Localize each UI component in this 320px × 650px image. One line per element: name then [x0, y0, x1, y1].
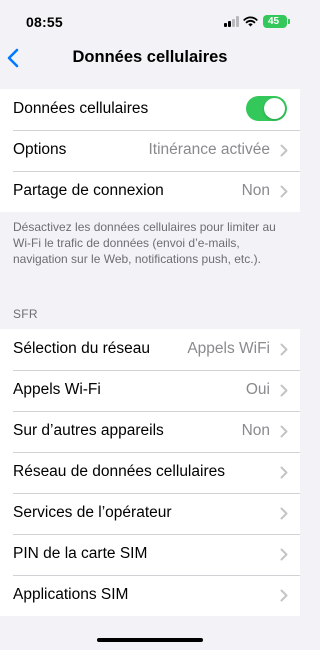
- page-title: Données cellulaires: [72, 48, 228, 66]
- hotspot-label: Partage de connexion: [13, 182, 164, 199]
- chevron-right-icon: [280, 466, 288, 479]
- carrier-services-row[interactable]: Services de l’opérateur: [0, 493, 300, 534]
- cellular-data-label: Données cellulaires: [13, 100, 149, 117]
- data-network-row[interactable]: Réseau de données cellulaires: [0, 452, 300, 493]
- status-bar: 08:55 45: [0, 0, 300, 44]
- hotspot-row[interactable]: Partage de connexion Non: [0, 171, 300, 212]
- hotspot-value: Non: [241, 182, 270, 199]
- battery-level: 45: [267, 16, 280, 27]
- sim-pin-row[interactable]: PIN de la carte SIM: [0, 534, 300, 575]
- carrier-services-label: Services de l’opérateur: [13, 504, 172, 521]
- chevron-right-icon: [280, 589, 288, 602]
- network-selection-value: Appels WiFi: [187, 340, 270, 357]
- sim-applications-row[interactable]: Applications SIM: [0, 575, 300, 616]
- toggle-knob: [264, 98, 285, 119]
- cellular-data-row: Données cellulaires: [0, 89, 300, 130]
- nav-bar: Données cellulaires: [0, 44, 300, 72]
- chevron-right-icon: [280, 425, 288, 438]
- home-indicator: [97, 638, 203, 642]
- chevron-right-icon: [280, 507, 288, 520]
- network-selection-label: Sélection du réseau: [13, 340, 151, 357]
- wifi-calling-row[interactable]: Appels Wi-Fi Oui: [0, 370, 300, 411]
- carrier-group: Sélection du réseau Appels WiFi Appels W…: [0, 329, 300, 616]
- chevron-right-icon: [280, 548, 288, 561]
- options-row[interactable]: Options Itinérance activée: [0, 130, 300, 171]
- options-label: Options: [13, 141, 67, 158]
- carrier-section-header: SFR: [13, 307, 38, 321]
- battery-icon: 45: [263, 15, 287, 28]
- sim-applications-label: Applications SIM: [13, 586, 129, 603]
- other-devices-label: Sur d’autres appareils: [13, 422, 164, 439]
- cellular-group: Données cellulaires Options Itinérance a…: [0, 89, 300, 212]
- chevron-right-icon: [280, 144, 288, 157]
- status-time: 08:55: [26, 14, 63, 30]
- other-devices-row[interactable]: Sur d’autres appareils Non: [0, 411, 300, 452]
- signal-icon: [224, 16, 240, 27]
- cellular-footnote: Désactivez les données cellulaires pour …: [13, 220, 276, 266]
- options-value: Itinérance activée: [148, 141, 271, 158]
- screen: 08:55 45 Données cellulaires Données cel…: [0, 0, 300, 650]
- sim-pin-label: PIN de la carte SIM: [13, 545, 148, 562]
- other-devices-value: Non: [241, 422, 270, 439]
- back-button[interactable]: [4, 44, 28, 72]
- chevron-left-icon: [7, 48, 19, 68]
- data-network-label: Réseau de données cellulaires: [13, 463, 225, 480]
- chevron-right-icon: [280, 343, 288, 356]
- wifi-calling-label: Appels Wi-Fi: [13, 381, 101, 398]
- chevron-right-icon: [280, 384, 288, 397]
- cellular-data-toggle[interactable]: [246, 96, 287, 121]
- network-selection-row[interactable]: Sélection du réseau Appels WiFi: [0, 329, 300, 370]
- battery-cap: [288, 19, 290, 24]
- chevron-right-icon: [280, 185, 288, 198]
- wifi-calling-value: Oui: [245, 381, 270, 398]
- wifi-icon: [243, 16, 258, 27]
